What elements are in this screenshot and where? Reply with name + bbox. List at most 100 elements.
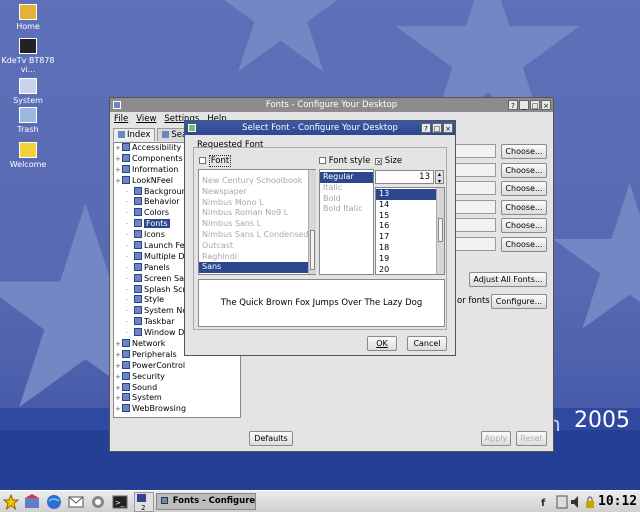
desktop-icon-tv[interactable]: KdeTv BT878 vi... [0,38,56,74]
kmenu-star-icon[interactable] [3,494,19,510]
tree-expander-icon[interactable]: + [115,176,121,187]
mail-icon[interactable] [68,494,84,510]
tree-expander-icon[interactable]: · [126,241,128,252]
menu-file[interactable]: File [114,114,128,124]
list-item[interactable]: Nimbus Sans L [199,219,315,230]
tree-expander-icon[interactable]: · [126,252,128,263]
desktop-icon-trash[interactable]: Trash [0,107,56,134]
tree-expander-icon[interactable]: · [126,274,128,285]
list-item[interactable]: Nimbus Roman No9 L [199,208,315,219]
list-item[interactable]: 16 [376,221,444,232]
clock[interactable]: 10:12 [598,494,637,509]
choose-font-button[interactable]: Choose... [501,162,547,178]
configure-button[interactable]: Configure... [491,294,547,309]
tree-item[interactable]: + Security [114,371,240,383]
ok-button[interactable]: OK [367,336,397,351]
tree-expander-icon[interactable]: · [126,230,128,241]
tree-expander-icon[interactable]: · [126,208,128,219]
list-item[interactable]: Bold [320,194,373,205]
list-item[interactable]: 14 [376,200,444,211]
list-item[interactable]: Nimbus Mono L [199,198,315,209]
cancel-button[interactable]: Cancel [407,336,447,351]
adjust-all-fonts-button[interactable]: Adjust All Fonts... [469,272,547,287]
tree-expander-icon[interactable]: + [115,143,121,154]
list-item[interactable]: Bold Italic [320,204,373,215]
tree-expander-icon[interactable]: · [126,328,128,339]
choose-font-button[interactable]: Choose... [501,236,547,252]
tree-expander-icon[interactable]: · [126,263,128,274]
list-item[interactable]: Italic [320,183,373,194]
tree-item[interactable]: + System [114,393,240,404]
desktop-pager[interactable]: 2 [134,492,154,512]
desktop-icon-star[interactable]: Welcome [0,142,56,169]
pager-desktop-2[interactable]: 2 [141,504,145,512]
desktop-icon-computer[interactable]: System [0,78,56,105]
tree-expander-icon[interactable]: + [115,383,121,394]
list-item[interactable]: 17 [376,232,444,243]
tree-expander-icon[interactable]: + [115,350,121,361]
dialog-close-button[interactable]: × [443,123,453,133]
maximize-button[interactable]: □ [530,100,540,110]
tree-item[interactable]: + PowerControl [114,360,240,372]
tree-expander-icon[interactable]: · [126,295,128,306]
desktop-icon-home[interactable]: Home [0,4,56,31]
tree-expander-icon[interactable]: · [126,187,128,198]
pager-desktop-1[interactable] [137,494,146,502]
list-item[interactable]: Nimbus Sans L Condensed [199,230,315,241]
tree-expander-icon[interactable]: · [126,197,128,208]
defaults-button[interactable]: Defaults [249,431,293,446]
list-item[interactable]: 15 [376,211,444,222]
size-list-scrollbar[interactable] [436,188,444,274]
apply-button[interactable]: Apply [481,431,511,446]
list-item[interactable]: Sans [199,262,315,274]
font-list-scrollbar[interactable] [308,170,316,274]
tree-expander-icon[interactable]: + [115,339,121,350]
tree-expander-icon[interactable]: + [115,393,121,404]
font-checkbox-box[interactable] [199,157,206,164]
font-tray-icon[interactable]: f [540,494,552,510]
list-item[interactable]: Outcast [199,241,315,252]
kontact-icon[interactable] [90,494,106,510]
clipboard-icon[interactable] [556,494,568,510]
tab-index[interactable]: Index [113,128,156,141]
choose-font-button[interactable]: Choose... [501,199,547,215]
list-item[interactable]: Raghindi [199,252,315,263]
tree-expander-icon[interactable]: + [115,404,121,415]
help-button[interactable]: ? [508,100,518,110]
tree-expander-icon[interactable]: · [126,285,128,296]
terminal-icon[interactable]: >_ [112,494,128,510]
dialog-help-button[interactable]: ? [421,123,431,133]
fonts-window-titlebar[interactable]: Fonts - Configure Your Desktop ? _ □ × [110,98,553,112]
tree-expander-icon[interactable]: + [115,361,121,372]
reset-button[interactable]: Reset [516,431,547,446]
tree-expander-icon[interactable]: · [126,306,128,317]
task-button-fonts[interactable]: Fonts - Configure Y [156,493,256,510]
size-checkbox-box[interactable]: × [375,158,382,166]
choose-font-button[interactable]: Choose... [501,218,547,233]
list-item[interactable]: 20 [376,265,444,274]
close-button[interactable]: × [541,100,551,110]
select-font-titlebar[interactable]: Select Font - Configure Your Desktop ? □… [185,121,455,135]
choose-font-button[interactable]: Choose... [501,181,547,196]
list-item[interactable]: Newspaper [199,187,315,198]
font-style-checkbox-box[interactable] [319,157,326,164]
font-checkbox[interactable]: Font [199,155,232,167]
size-spinner[interactable]: ▴ ▾ [435,170,444,185]
scrollbar-thumb[interactable] [310,230,315,270]
tree-expander-icon[interactable]: · [126,219,128,230]
size-input[interactable]: 13 [375,170,434,184]
font-style-checkbox[interactable]: Font style [319,156,370,166]
font-size-list[interactable]: 13 14 15 16 17 18 19 20 [375,187,445,275]
browser-globe-icon[interactable] [46,494,62,510]
list-item[interactable]: 13 [376,189,444,200]
list-item[interactable]: New Century Schoolbook [199,176,315,187]
lock-icon[interactable] [584,494,596,510]
tree-expander-icon[interactable]: + [115,154,121,165]
font-style-list[interactable]: Regular Italic Bold Bold Italic [319,169,374,275]
font-preview[interactable]: The Quick Brown Fox Jumps Over The Lazy … [198,279,445,327]
tree-item[interactable]: + Sound [114,382,240,394]
dialog-maximize-button[interactable]: □ [432,123,442,133]
tree-expander-icon[interactable]: + [115,165,121,176]
home-folder-icon[interactable] [24,494,40,510]
list-item[interactable]: Regular [320,172,373,183]
